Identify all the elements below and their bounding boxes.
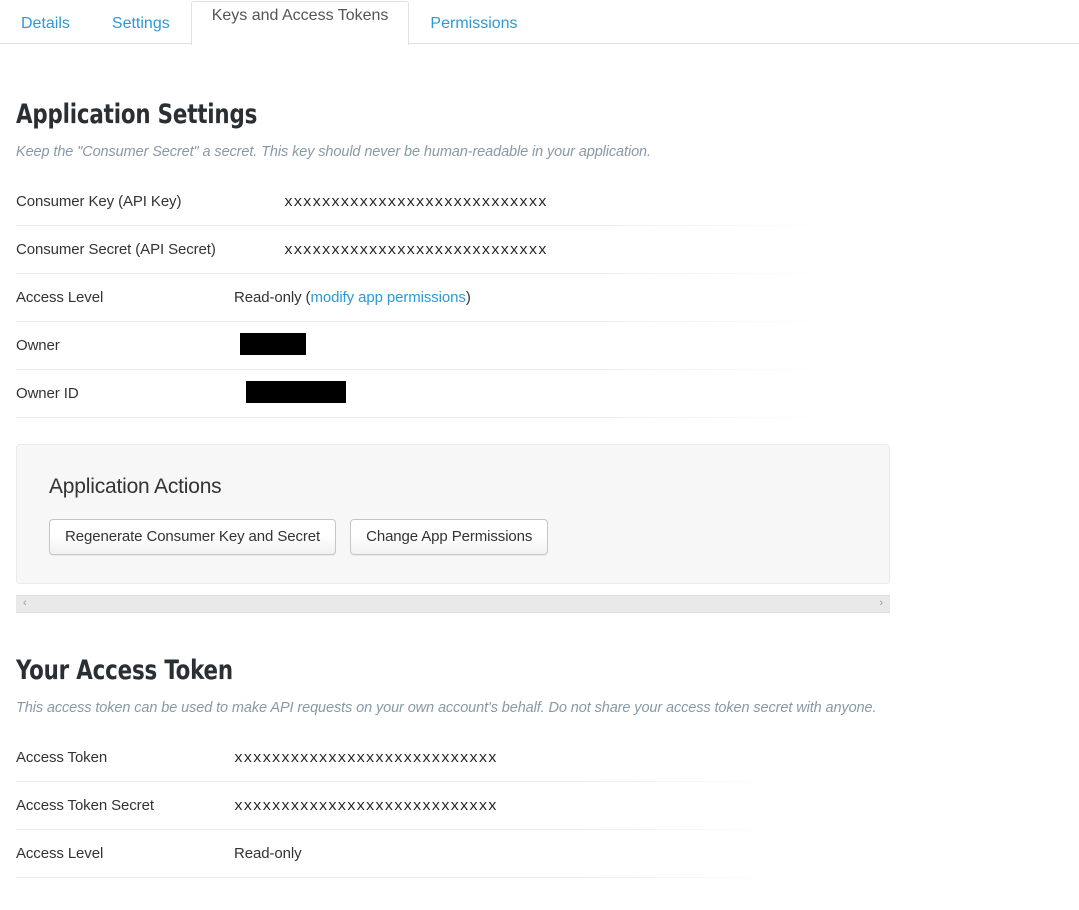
row-label: Owner [16, 337, 60, 355]
row-value: xxxxxxxxxxxxxxxxxxxxxxxxxxxx [284, 241, 547, 259]
tab-details[interactable]: Details [0, 1, 91, 45]
row-value: xxxxxxxxxxxxxxxxxxxxxxxxxxxx [234, 749, 497, 767]
table-row: Access Token Secret xxxxxxxxxxxxxxxxxxxxx… [16, 782, 1063, 830]
page-title: Application Settings [16, 99, 258, 130]
row-label: Consumer Secret (API Secret) [16, 241, 216, 259]
masked-credential-value: xxxxxxxxxxxxxxxxxxxxxxxxxxxx [234, 797, 498, 815]
row-value: Read-only (modify app permissions) [234, 289, 471, 307]
application-actions-panel: Application Actions Regenerate Consumer … [16, 443, 890, 584]
tab-label: Permissions [430, 14, 518, 32]
row-value: Read-only [234, 845, 302, 863]
access-token-table: Access Token xxxxxxxxxxxxxxxxxxxxxxxxxxxx… [16, 734, 1063, 878]
masked-credential-value: xxxxxxxxxxxxxxxxxxxxxxxxxxxx [284, 193, 548, 211]
row-label: Consumer Key (API Key) [16, 193, 182, 211]
application-settings-subtitle: Keep the "Consumer Secret" a secret. Thi… [16, 144, 651, 160]
tab-keys-and-access-tokens[interactable]: Keys and Access Tokens [190, 1, 410, 45]
masked-credential-value: xxxxxxxxxxxxxxxxxxxxxxxxxxxx [284, 241, 548, 259]
access-token-section: Your Access Token This access token can … [0, 657, 1079, 878]
change-app-permissions-button[interactable]: Change App Permissions [350, 518, 549, 555]
row-label: Access Token Secret [16, 797, 154, 815]
tab-bar: Details Settings Keys and Access Tokens Per… [0, 0, 1079, 45]
masked-credential-value: xxxxxxxxxxxxxxxxxxxxxxxxxxxx [234, 749, 498, 767]
scrollbar-wrapper: ‹ › [0, 594, 1079, 613]
tab-label: Keys and Access Tokens [211, 7, 389, 24]
row-label: Access Level [16, 845, 104, 863]
row-label: Access Token [16, 749, 108, 767]
row-value: xxxxxxxxxxxxxxxxxxxxxxxxxxxx [284, 193, 547, 211]
row-value: xxxxxxxxxxxxxxxxxxxxxxxxxxxx [234, 797, 497, 815]
application-settings-table: Consumer Key (API Key) xxxxxxxxxxxxxxxxxx… [16, 178, 1063, 418]
table-row: Access Level Read-only (modify app permis… [16, 274, 1063, 322]
application-actions-wrapper: Application Actions Regenerate Consumer … [0, 443, 1079, 584]
table-row: Owner [16, 322, 1063, 370]
row-label: Owner ID [16, 385, 79, 403]
tab-list: Details Settings Keys and Access Tokens Per… [0, 0, 539, 45]
tab-permissions[interactable]: Permissions [409, 1, 538, 45]
scroll-left-arrow-icon[interactable]: ‹ [16, 598, 34, 609]
table-row: Access Token xxxxxxxxxxxxxxxxxxxxxxxxxxxx [16, 734, 1063, 782]
modify-app-permissions-link[interactable]: modify app permissions [310, 289, 465, 306]
horizontal-scrollbar[interactable]: ‹ › [16, 594, 890, 613]
table-row: Access Level Read-only [16, 830, 1063, 878]
redaction-bar [246, 380, 346, 403]
regenerate-consumer-key-and-secret-button[interactable]: Regenerate Consumer Key and Secret [49, 518, 337, 555]
scroll-right-arrow-icon[interactable]: › [872, 598, 890, 609]
row-value [240, 332, 306, 359]
tab-label: Settings [111, 14, 170, 32]
access-token-title: Your Access Token [16, 654, 233, 686]
redaction-bar [240, 332, 306, 355]
access-token-subtitle: This access token can be used to make AP… [16, 699, 877, 716]
tab-label: Details [21, 14, 70, 32]
row-divider [16, 876, 794, 878]
table-row: Consumer Key (API Key) xxxxxxxxxxxxxxxxxx… [16, 178, 1063, 226]
row-value [246, 380, 346, 407]
application-settings-section: Application Settings Keep the "Consumer … [0, 101, 1079, 418]
row-divider [16, 416, 832, 418]
row-label: Access Level [16, 289, 104, 307]
tab-settings[interactable]: Settings [91, 1, 191, 45]
table-row: Consumer Secret (API Secret) xxxxxxxxxxxx… [16, 226, 1063, 274]
application-actions-title: Application Actions [49, 474, 222, 498]
application-actions-buttons: Regenerate Consumer Key and Secret Change… [49, 518, 857, 555]
table-row: Owner ID [16, 370, 1063, 418]
